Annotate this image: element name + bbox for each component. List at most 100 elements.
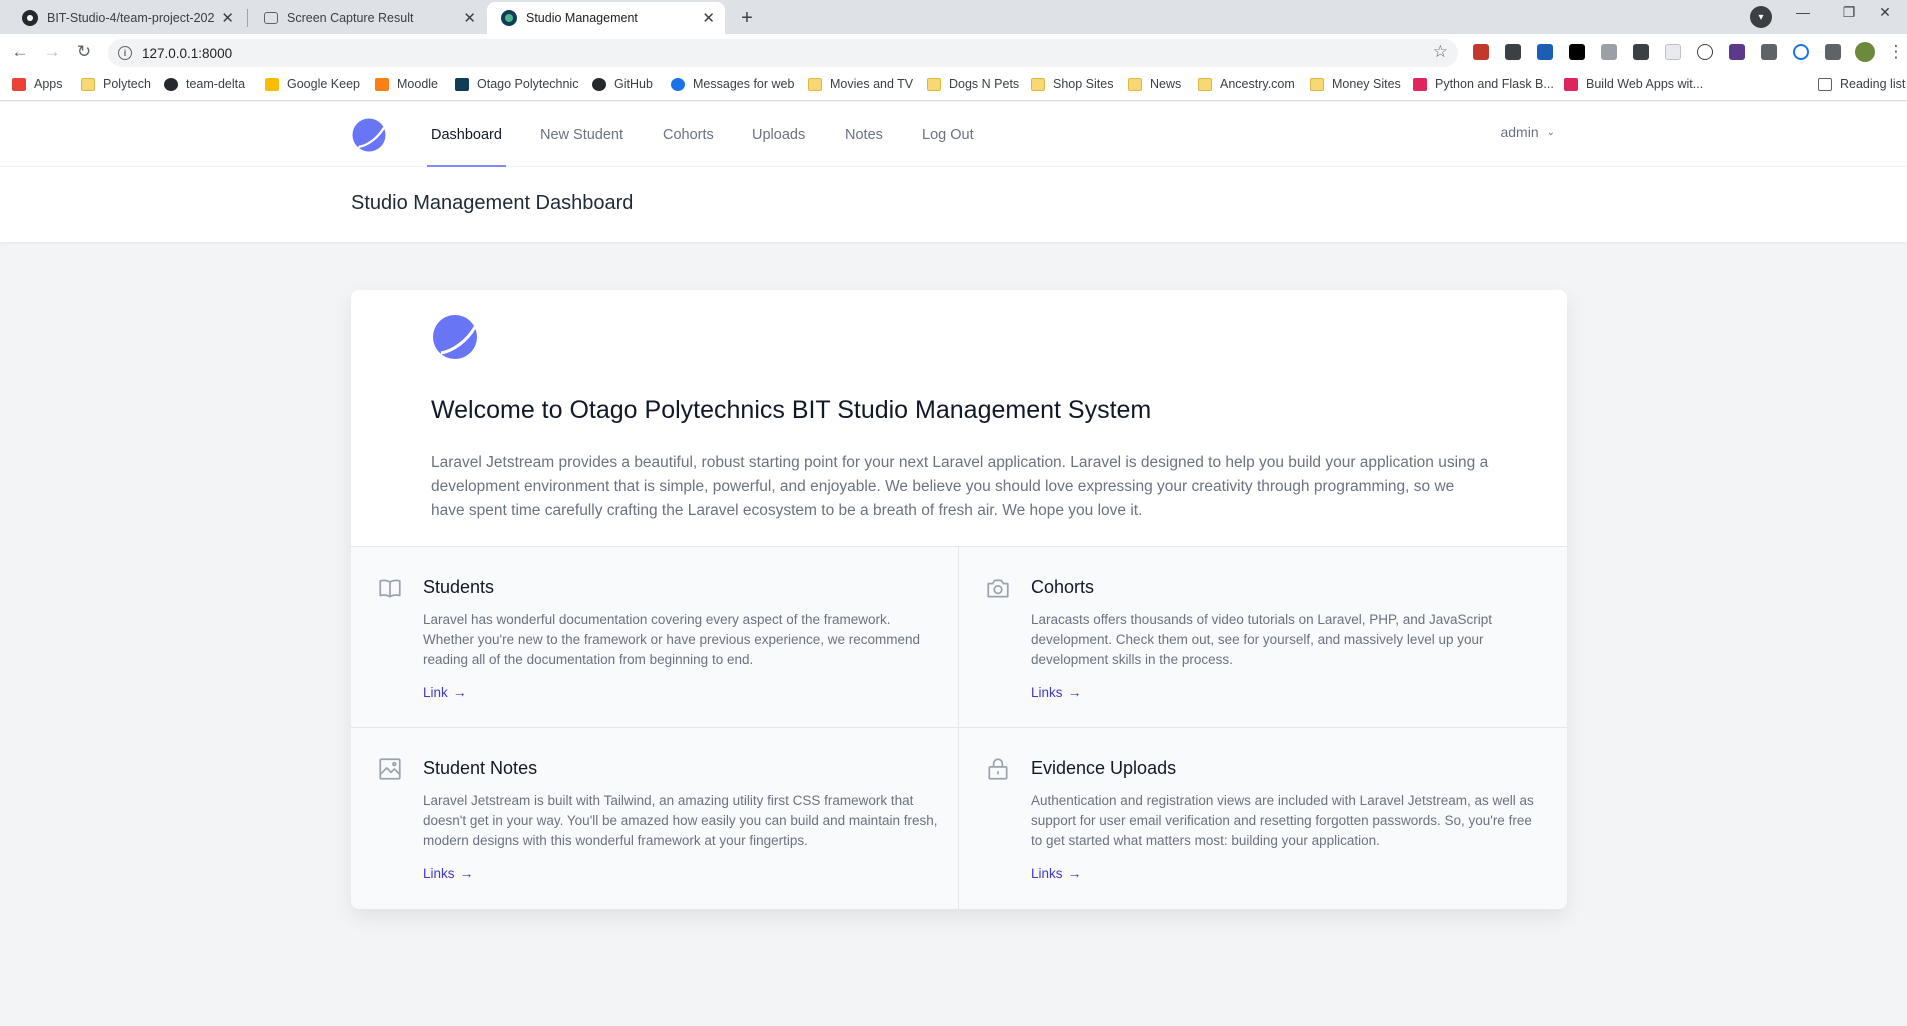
chevron-down-icon: ⌄	[1546, 126, 1555, 138]
feature-description: Authentication and registration views ar…	[1031, 793, 1534, 848]
nav-cohorts[interactable]: Cohorts	[663, 102, 714, 167]
user-menu-button[interactable]: admin ⌄	[1500, 124, 1555, 140]
reading-list-icon	[1818, 77, 1832, 91]
browser-tab-github[interactable]: BIT-Studio-4/team-project-2021 ✕	[8, 2, 244, 34]
nav-log-out[interactable]: Log Out	[922, 102, 974, 167]
bookmark-ancestry[interactable]: Ancestry.com	[1198, 77, 1295, 91]
bookmark-news[interactable]: News	[1128, 77, 1181, 91]
browser-tab-screen-capture[interactable]: Screen Capture Result ✕	[250, 2, 486, 34]
block-icon[interactable]	[1793, 44, 1809, 60]
back-icon[interactable]: ←	[10, 42, 30, 62]
nav-dashboard[interactable]: Dashboard	[427, 102, 506, 167]
welcome-section: Welcome to Otago Polytechnics BIT Studio…	[351, 290, 1567, 547]
moodle-icon	[375, 77, 389, 91]
extension-icon[interactable]	[1633, 44, 1649, 60]
forward-icon[interactable]: →	[42, 42, 62, 62]
bookmark-python-flask[interactable]: Python and Flask B...	[1413, 77, 1554, 91]
bookmark-github[interactable]: GitHub	[592, 77, 653, 91]
page-title: Studio Management Dashboard	[351, 192, 634, 214]
close-icon[interactable]: ✕	[702, 11, 715, 26]
extension-icon[interactable]	[1537, 44, 1553, 60]
feature-link-student-notes[interactable]: Links →	[423, 865, 474, 881]
reload-icon[interactable]: ↻	[74, 42, 94, 62]
bookmark-otago-polytechnic[interactable]: Otago Polytechnic	[455, 77, 578, 91]
feature-students: Students Laravel has wonderful documenta…	[351, 547, 959, 728]
folder-icon	[1198, 77, 1212, 91]
google-keep-icon	[265, 77, 279, 91]
feature-link-cohorts[interactable]: Links →	[1031, 684, 1082, 700]
bookmark-shop-sites[interactable]: Shop Sites	[1031, 77, 1113, 91]
new-tab-button[interactable]: +	[733, 5, 761, 31]
feature-link-students[interactable]: Link →	[423, 684, 467, 700]
bookmark-star-icon[interactable]: ☆	[1433, 42, 1448, 62]
app-viewport: Dashboard New Student Cohorts Uploads No…	[0, 102, 1907, 1026]
feature-link-evidence-uploads[interactable]: Links →	[1031, 865, 1082, 881]
github-icon	[592, 77, 606, 91]
profile-avatar[interactable]	[1855, 42, 1875, 62]
bookmark-movies-tv[interactable]: Movies and TV	[808, 77, 913, 91]
bookmark-google-keep[interactable]: Google Keep	[265, 77, 360, 91]
notion-icon[interactable]	[1569, 44, 1585, 60]
folder-icon	[1128, 77, 1142, 91]
minimize-icon[interactable]: —	[1780, 4, 1826, 20]
welcome-card: Welcome to Otago Polytechnics BIT Studio…	[351, 290, 1567, 909]
more-options-icon[interactable]: ⋮	[1886, 42, 1906, 62]
close-icon[interactable]: ✕	[463, 11, 476, 26]
extension-icon[interactable]	[1697, 44, 1713, 60]
feature-description: Laracasts offers thousands of video tuto…	[1031, 612, 1493, 667]
url-text: 127.0.0.1:8000	[142, 45, 233, 61]
bookmark-money-sites[interactable]: Money Sites	[1310, 77, 1401, 91]
feature-title: Student Notes	[423, 758, 538, 778]
nav-notes[interactable]: Notes	[845, 102, 883, 167]
jetstream-logo-icon	[433, 315, 477, 359]
puzzle-icon[interactable]	[1825, 44, 1841, 60]
folder-icon	[1031, 77, 1045, 91]
bookmark-build-web-apps[interactable]: Build Web Apps wit...	[1564, 77, 1703, 91]
bookmark-moodle[interactable]: Moodle	[375, 77, 438, 91]
close-window-icon[interactable]: ✕	[1862, 4, 1907, 21]
user-name: admin	[1500, 124, 1539, 140]
page-header: Studio Management Dashboard	[0, 167, 1907, 242]
bookmark-apps[interactable]: Apps	[12, 77, 63, 91]
site-info-icon[interactable]: i	[118, 46, 132, 60]
feature-link-label: Link	[423, 684, 448, 700]
browser-tab-studio-management[interactable]: Studio Management ✕	[487, 2, 725, 34]
reading-list-button[interactable]: Reading list	[1818, 77, 1905, 91]
app-navbar: Dashboard New Student Cohorts Uploads No…	[0, 102, 1907, 167]
feature-title: Students	[423, 577, 495, 597]
image-icon	[379, 758, 401, 780]
tab-search-icon[interactable]: ▾	[1750, 6, 1772, 28]
browser-tab-strip: BIT-Studio-4/team-project-2021 ✕ Screen …	[0, 0, 1907, 34]
feature-cohorts: Cohorts Laracasts offers thousands of vi…	[959, 547, 1567, 728]
extension-icon[interactable]	[1505, 44, 1521, 60]
address-bar[interactable]: i 127.0.0.1:8000 ☆	[108, 39, 1458, 67]
otago-polytechnic-icon	[455, 77, 469, 91]
extension-icon[interactable]	[1601, 44, 1617, 60]
welcome-heading: Welcome to Otago Polytechnics BIT Studio…	[431, 396, 1152, 424]
tab-title: Screen Capture Result	[287, 11, 414, 25]
bookmark-dogs-n-pets[interactable]: Dogs N Pets	[927, 77, 1019, 91]
grid-divider	[351, 727, 1567, 728]
bookmark-polytech[interactable]: Polytech	[81, 77, 151, 91]
jetstream-logo-icon[interactable]	[351, 117, 387, 153]
folder-icon	[1310, 77, 1324, 91]
feature-description: Laravel has wonderful documentation cove…	[423, 612, 921, 667]
reader-icon[interactable]	[1761, 44, 1777, 60]
feature-link-label: Links	[423, 865, 455, 881]
feature-student-notes: Student Notes Laravel Jetstream is built…	[351, 728, 959, 909]
arrow-right-icon: →	[1067, 684, 1082, 700]
extension-icon[interactable]	[1473, 44, 1489, 60]
close-icon[interactable]: ✕	[221, 11, 234, 26]
extension-icon[interactable]	[1729, 44, 1745, 60]
tab-divider	[247, 9, 248, 27]
nav-new-student[interactable]: New Student	[540, 102, 623, 167]
bookmark-messages[interactable]: Messages for web	[671, 77, 794, 91]
otago-polytechnic-icon	[501, 10, 517, 26]
bookmark-team-delta[interactable]: team-delta	[164, 77, 245, 91]
github-icon	[164, 77, 178, 91]
tab-title: BIT-Studio-4/team-project-2021	[47, 11, 216, 25]
grid-divider	[958, 547, 959, 909]
nav-uploads[interactable]: Uploads	[752, 102, 805, 167]
extension-icon[interactable]	[1665, 44, 1681, 60]
messages-icon	[671, 77, 685, 91]
